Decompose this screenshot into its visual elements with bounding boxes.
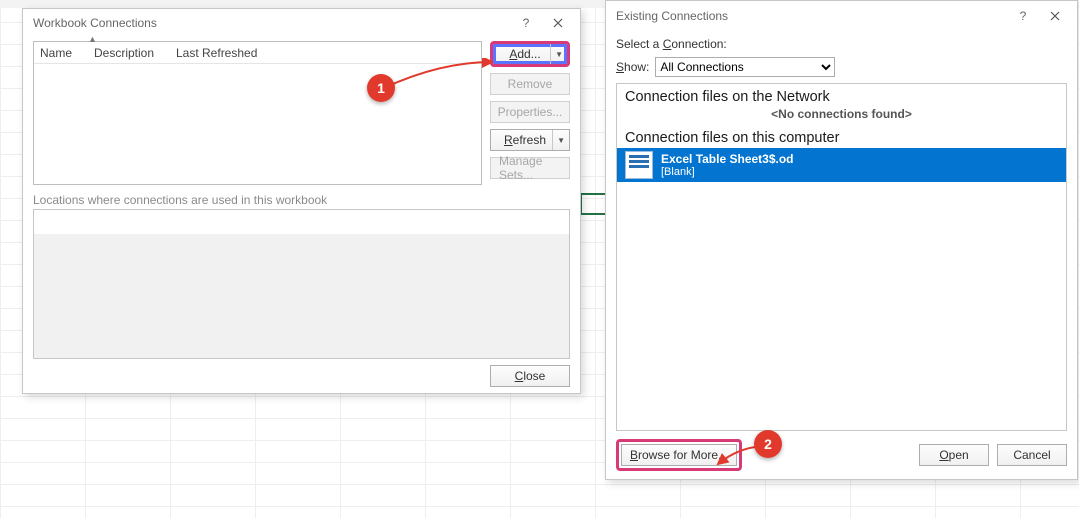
browse-for-more-button[interactable]: Browse for More... <box>621 444 737 466</box>
close-icon[interactable] <box>1039 2 1071 30</box>
dialog-titlebar: Existing Connections ? <box>606 1 1077 31</box>
close-button[interactable]: Close <box>490 365 570 387</box>
annotation-1: 1 <box>367 74 395 102</box>
connections-picker[interactable]: Connection files on the Network <No conn… <box>616 83 1067 431</box>
col-last-refreshed: Last Refreshed <box>176 46 277 60</box>
list-header: Name Description Last Refreshed <box>34 42 481 64</box>
select-connection-label: Select a Connection: <box>616 37 1067 51</box>
connection-item-name: Excel Table Sheet3$.od <box>661 152 794 166</box>
show-select[interactable]: All Connections <box>655 57 835 77</box>
add-button[interactable]: Add... ▼ <box>490 41 570 67</box>
refresh-button[interactable]: Refresh ▼ <box>490 129 570 151</box>
col-name: Name <box>40 46 94 60</box>
workbook-connections-dialog: Workbook Connections ? ▲ Name Descriptio… <box>22 8 581 394</box>
dropdown-arrow-icon[interactable]: ▼ <box>552 130 565 150</box>
annotation-2: 2 <box>754 430 782 458</box>
connection-item-selected[interactable]: Excel Table Sheet3$.od [Blank] <box>617 148 1066 182</box>
show-label: Show: <box>616 60 649 74</box>
connection-item-sub: [Blank] <box>661 166 794 178</box>
sort-caret-icon: ▲ <box>88 34 97 44</box>
help-button[interactable]: ? <box>1007 2 1039 30</box>
cancel-button[interactable]: Cancel <box>997 444 1067 466</box>
dropdown-arrow-icon: ▼ <box>550 44 563 64</box>
existing-connections-dialog: Existing Connections ? Select a Connecti… <box>605 0 1078 480</box>
section-computer: Connection files on this computer <box>617 125 1066 148</box>
dialog-titlebar: Workbook Connections ? <box>23 9 580 37</box>
close-icon[interactable] <box>542 9 574 37</box>
used-locations-label: Locations where connections are used in … <box>33 193 570 207</box>
help-button[interactable]: ? <box>510 9 542 37</box>
section-network: Connection files on the Network <box>617 84 1066 107</box>
used-locations-box <box>33 209 570 359</box>
connections-list[interactable]: ▲ Name Description Last Refreshed <box>33 41 482 185</box>
no-connections-found: <No connections found> <box>617 107 1066 125</box>
manage-sets-button: Manage Sets... <box>490 157 570 179</box>
open-button[interactable]: Open <box>919 444 989 466</box>
dialog-title: Workbook Connections <box>33 16 157 30</box>
remove-button: Remove <box>490 73 570 95</box>
col-description: Description <box>94 46 176 60</box>
properties-button: Properties... <box>490 101 570 123</box>
dialog-title: Existing Connections <box>616 9 728 23</box>
table-file-icon <box>625 151 653 179</box>
